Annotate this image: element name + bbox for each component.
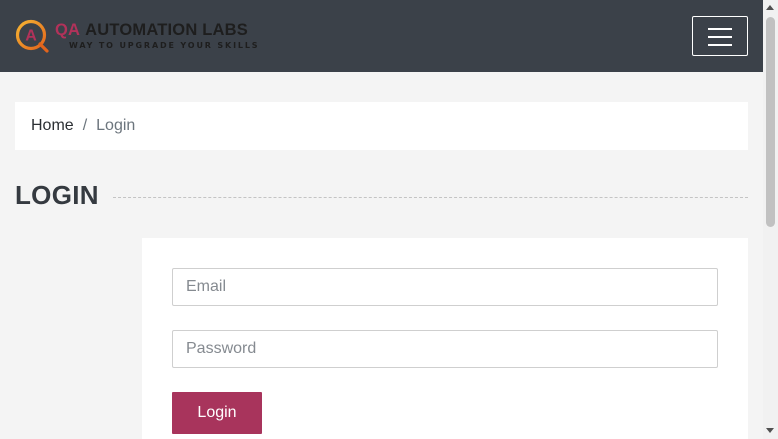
breadcrumb-separator: /: [82, 117, 88, 134]
scroll-down-arrow-icon[interactable]: [766, 428, 774, 433]
breadcrumb-current: Login: [96, 117, 136, 134]
site-logo[interactable]: A QA AUTOMATION LABS WAY TO UPGRADE YOUR …: [15, 19, 275, 53]
login-button[interactable]: Login: [172, 392, 262, 434]
password-field[interactable]: [172, 330, 718, 368]
logo-title-main: AUTOMATION LABS: [85, 21, 248, 39]
scrollbar-thumb[interactable]: [766, 17, 775, 227]
logo-initial: A: [25, 28, 37, 45]
breadcrumb-home-link[interactable]: Home: [31, 117, 74, 135]
navbar: A QA AUTOMATION LABS WAY TO UPGRADE YOUR …: [0, 0, 763, 72]
hamburger-menu-icon: [708, 28, 732, 30]
hamburger-menu-icon-bar: [708, 36, 732, 38]
vertical-scrollbar[interactable]: [763, 0, 778, 439]
logo-title-prefix: QA: [55, 21, 81, 39]
logo-tagline: WAY TO UPGRADE YOUR SKILLS: [69, 41, 260, 50]
menu-toggle-button[interactable]: [692, 16, 748, 56]
hamburger-menu-icon-bar: [708, 44, 732, 46]
page: A QA AUTOMATION LABS WAY TO UPGRADE YOUR …: [0, 0, 778, 439]
page-title: LOGIN: [15, 180, 99, 210]
breadcrumb: Home / Login: [15, 102, 748, 150]
scroll-up-arrow-icon[interactable]: [766, 5, 774, 10]
logo-mark-icon: A: [15, 19, 49, 53]
title-divider: [113, 197, 748, 198]
logo-title: QA AUTOMATION LABS: [55, 21, 248, 40]
login-form-card: Login: [142, 238, 748, 439]
email-field[interactable]: [172, 268, 718, 306]
